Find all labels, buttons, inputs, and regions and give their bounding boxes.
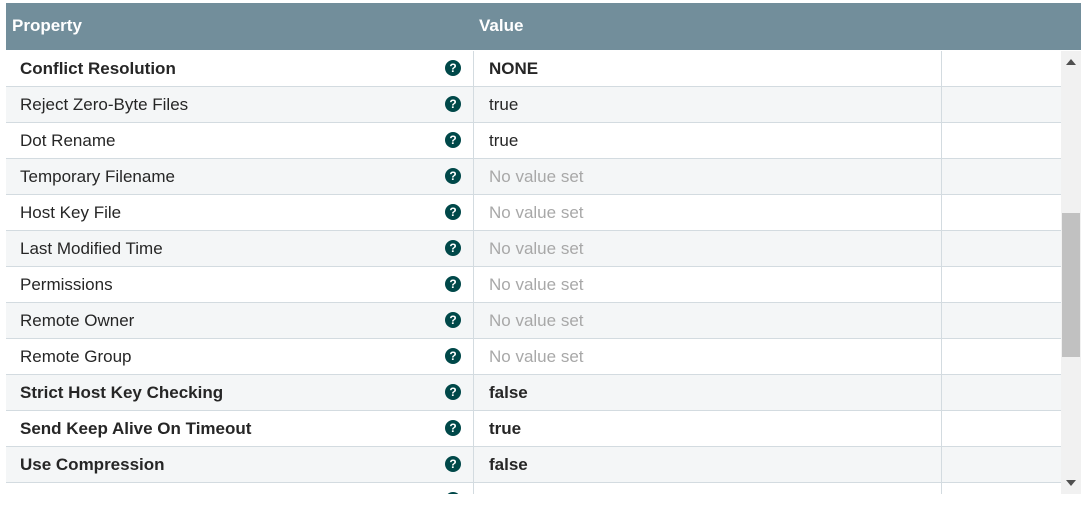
question-circle-icon[interactable]: ? xyxy=(445,60,461,76)
property-value[interactable]: No value set xyxy=(489,347,584,367)
column-divider xyxy=(941,123,942,159)
question-circle-icon[interactable]: ? xyxy=(445,456,461,472)
property-name: Dot Rename xyxy=(20,131,116,150)
column-divider xyxy=(941,159,942,195)
question-circle-icon[interactable]: ? xyxy=(445,384,461,400)
column-divider xyxy=(473,375,474,411)
property-name: Temporary Filename xyxy=(20,167,175,186)
column-divider xyxy=(941,267,942,303)
column-header-property[interactable]: Property xyxy=(12,16,82,36)
property-value[interactable]: false xyxy=(489,455,528,475)
table-row[interactable]: Use Compression ? false xyxy=(6,447,1061,483)
question-circle-icon[interactable]: ? xyxy=(445,168,461,184)
table-row[interactable]: Reject Zero-Byte Files ? true xyxy=(6,87,1061,123)
table-row[interactable]: Send Keep Alive On Timeout ? true xyxy=(6,411,1061,447)
property-value[interactable]: No value set xyxy=(489,275,584,295)
property-value[interactable]: false xyxy=(489,383,528,403)
property-name: Reject Zero-Byte Files xyxy=(20,95,189,114)
property-value[interactable]: No value set xyxy=(489,239,584,259)
column-divider xyxy=(473,123,474,159)
property-value[interactable]: No value set xyxy=(489,167,584,187)
table-row[interactable]: Conflict Resolution ? NONE xyxy=(6,51,1061,87)
column-divider xyxy=(941,411,942,447)
property-name: Proxy Configuration Service xyxy=(20,491,231,494)
property-name: Send Keep Alive On Timeout xyxy=(20,419,252,438)
table-header: Property Value xyxy=(6,3,1081,50)
column-divider xyxy=(473,411,474,447)
column-divider xyxy=(941,51,942,87)
column-divider xyxy=(473,447,474,483)
column-divider xyxy=(941,195,942,231)
property-name: Strict Host Key Checking xyxy=(20,383,224,402)
scrollbar-thumb[interactable] xyxy=(1062,213,1080,357)
property-name: Remote Group xyxy=(20,347,132,366)
table-row[interactable]: Dot Rename ? true xyxy=(6,123,1061,159)
column-divider xyxy=(473,195,474,231)
table-row[interactable]: Remote Owner ? No value set xyxy=(6,303,1061,339)
column-divider xyxy=(941,339,942,375)
column-divider xyxy=(473,339,474,375)
property-name: Conflict Resolution xyxy=(20,59,176,78)
question-circle-icon[interactable]: ? xyxy=(445,96,461,112)
column-divider xyxy=(941,87,942,123)
column-divider xyxy=(473,159,474,195)
scroll-down-arrow-icon[interactable] xyxy=(1066,480,1076,486)
question-circle-icon[interactable]: ? xyxy=(445,492,461,494)
vertical-scrollbar[interactable] xyxy=(1061,51,1081,494)
property-name: Last Modified Time xyxy=(20,239,163,258)
table-row[interactable]: Host Key File ? No value set xyxy=(6,195,1061,231)
table-row[interactable]: Proxy Configuration Service ? No value s… xyxy=(6,483,1061,494)
question-circle-icon[interactable]: ? xyxy=(445,132,461,148)
column-divider xyxy=(941,303,942,339)
question-circle-icon[interactable]: ? xyxy=(445,348,461,364)
property-value[interactable]: true xyxy=(489,95,518,115)
column-divider xyxy=(941,483,942,494)
property-value[interactable]: No value set xyxy=(489,203,584,223)
column-divider xyxy=(941,231,942,267)
column-header-value[interactable]: Value xyxy=(479,16,523,36)
property-value[interactable]: NONE xyxy=(489,59,538,79)
question-circle-icon[interactable]: ? xyxy=(445,204,461,220)
question-circle-icon[interactable]: ? xyxy=(445,240,461,256)
properties-table-body: Conflict Resolution ? NONE Reject Zero-B… xyxy=(6,51,1061,494)
column-divider xyxy=(473,483,474,494)
scroll-up-arrow-icon[interactable] xyxy=(1066,59,1076,65)
column-divider xyxy=(473,51,474,87)
column-divider xyxy=(473,231,474,267)
question-circle-icon[interactable]: ? xyxy=(445,312,461,328)
column-divider xyxy=(473,303,474,339)
table-row[interactable]: Temporary Filename ? No value set xyxy=(6,159,1061,195)
table-row[interactable]: Strict Host Key Checking ? false xyxy=(6,375,1061,411)
property-value[interactable]: No value set xyxy=(489,491,584,494)
column-divider xyxy=(941,375,942,411)
property-value[interactable]: No value set xyxy=(489,311,584,331)
table-row[interactable]: Last Modified Time ? No value set xyxy=(6,231,1061,267)
property-name: Remote Owner xyxy=(20,311,135,330)
property-name: Host Key File xyxy=(20,203,122,222)
property-value[interactable]: true xyxy=(489,419,521,439)
question-circle-icon[interactable]: ? xyxy=(445,276,461,292)
property-name: Use Compression xyxy=(20,455,165,474)
property-name: Permissions xyxy=(20,275,113,294)
column-divider xyxy=(941,447,942,483)
table-row[interactable]: Remote Group ? No value set xyxy=(6,339,1061,375)
table-row[interactable]: Permissions ? No value set xyxy=(6,267,1061,303)
property-value[interactable]: true xyxy=(489,131,518,151)
column-divider xyxy=(473,87,474,123)
column-divider xyxy=(473,267,474,303)
question-circle-icon[interactable]: ? xyxy=(445,420,461,436)
